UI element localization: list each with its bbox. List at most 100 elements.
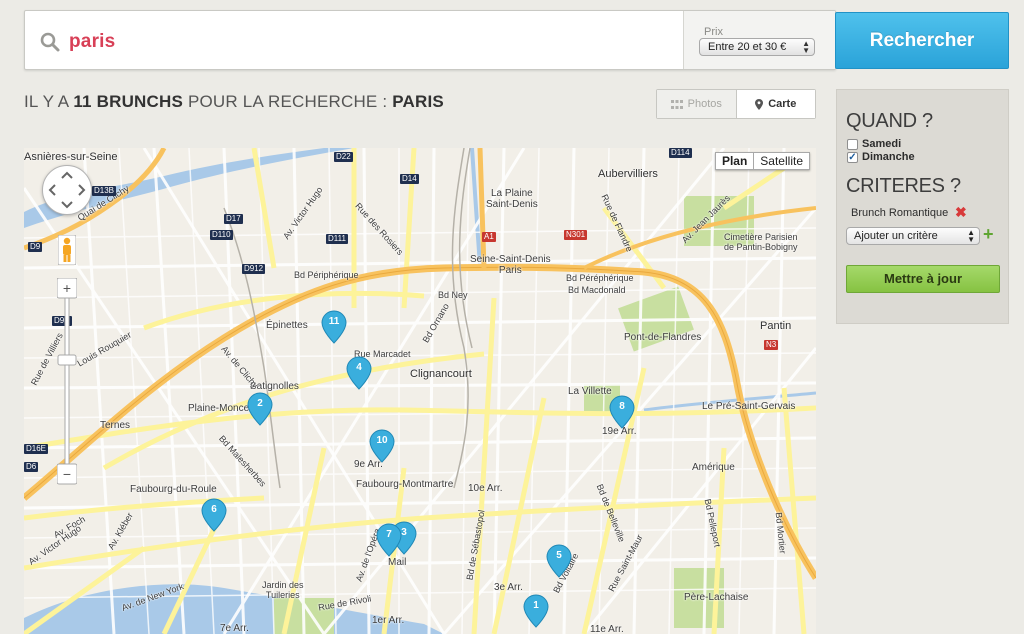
map-label: Asnières-sur-Seine	[24, 151, 118, 163]
road-label: Bd Péréphérique	[566, 273, 634, 283]
photos-view-label: Photos	[687, 98, 722, 110]
pan-arrows-icon	[48, 171, 86, 209]
update-button[interactable]: Mettre à jour	[846, 265, 1000, 293]
map-label: Aubervilliers	[598, 168, 658, 180]
pan-control[interactable]	[42, 165, 92, 215]
marker-number: 1	[533, 600, 539, 611]
select-arrows-icon: ▲ ▼	[802, 39, 810, 55]
result-marker[interactable]: 11	[321, 310, 347, 344]
search-button[interactable]: Rechercher	[835, 12, 1009, 69]
results-middle: pour la recherche :	[187, 92, 388, 111]
results-term: Paris	[392, 92, 444, 111]
result-marker[interactable]: 4	[346, 356, 372, 390]
road-shield: D17	[224, 214, 243, 224]
road-shield: D14	[400, 174, 419, 184]
result-marker[interactable]: 5	[546, 544, 572, 578]
map-label: Seine-Saint-Denis Paris	[470, 254, 551, 276]
price-label: Prix	[704, 26, 723, 38]
day-checkbox-samedi[interactable]: Samedi	[847, 138, 901, 150]
road-shield: D110	[210, 230, 233, 240]
marker-number: 4	[356, 362, 362, 373]
add-criterion-plus-icon[interactable]: +	[983, 224, 994, 245]
map-label: Pantin	[760, 320, 792, 332]
marker-number: 6	[211, 504, 217, 515]
result-marker[interactable]: 10	[369, 429, 395, 463]
quand-title: QUAND ?	[846, 110, 933, 132]
day-label: Samedi	[862, 138, 902, 150]
price-filter: Prix Entre 20 et 30 € ▲ ▼	[683, 11, 835, 69]
marker-number: 10	[376, 435, 388, 446]
map-label: Jardin des Tuileries	[262, 580, 304, 600]
road-shield: A1	[482, 232, 496, 242]
map-label: Le Pré-Saint-Gervais	[702, 401, 796, 412]
search-icon	[40, 32, 60, 52]
search-input[interactable]: paris	[69, 31, 115, 53]
road-label: Bd Ney	[438, 290, 468, 300]
result-marker[interactable]: 7	[376, 523, 402, 557]
map-view-label: Carte	[768, 98, 797, 110]
result-marker[interactable]: 8	[609, 395, 635, 429]
map-label: 7e Arr.	[220, 623, 249, 634]
road-shield: N301	[564, 230, 588, 240]
marker-number: 2	[257, 398, 263, 409]
map-label: 3e Arr.	[494, 582, 523, 593]
criteres-title: CRITERES ?	[846, 175, 961, 197]
road-shield: D16E	[24, 444, 49, 454]
map-label: Cimetière Parisien de Pantin-Bobigny	[724, 232, 798, 252]
map-label: 11e Arr.	[590, 624, 624, 634]
map-label: La Villette	[568, 386, 612, 397]
map-label: Mail	[388, 557, 407, 568]
price-select-value: Entre 20 et 30 €	[708, 41, 787, 53]
results-title: Il y a 11 brunchs pour la recherche : Pa…	[24, 92, 444, 112]
marker-number: 7	[386, 529, 392, 540]
results-map[interactable]: Asnières-sur-Seine Aubervilliers La Plai…	[24, 148, 816, 634]
photos-view-button[interactable]: Photos	[657, 90, 737, 118]
road-shield: D912	[242, 264, 266, 274]
result-marker[interactable]: 2	[247, 392, 273, 426]
map-type-plan[interactable]: Plan	[716, 153, 755, 169]
map-type-control: Plan Satellite	[714, 152, 810, 170]
checkbox-unchecked-icon	[847, 138, 858, 150]
road-shield: D13B	[92, 186, 117, 196]
add-criterion-select[interactable]: Ajouter un critère ▲ ▼	[846, 227, 980, 245]
map-label: Faubourg-du-Roule	[130, 484, 217, 495]
marker-number: 5	[556, 550, 562, 561]
criterion-tag: Brunch Romantique	[851, 207, 949, 219]
map-label: 1er Arr.	[372, 615, 405, 626]
map-view-button[interactable]: Carte	[736, 90, 815, 118]
results-count: 11 brunchs	[73, 92, 184, 111]
search-bar: paris Prix Entre 20 et 30 € ▲ ▼	[24, 10, 836, 70]
road-shield: D111	[326, 234, 348, 244]
map-label: Père-Lachaise	[684, 592, 749, 603]
road-label: Bd Macdonald	[568, 285, 626, 295]
map-label: Ternes	[100, 420, 131, 431]
map-label: La Plaine Saint-Denis	[486, 188, 538, 210]
remove-criterion-icon[interactable]: ✖	[955, 204, 967, 221]
add-criterion-placeholder: Ajouter un critère	[854, 230, 938, 242]
map-type-satellite[interactable]: Satellite	[754, 153, 809, 169]
result-marker[interactable]: 1	[523, 594, 549, 628]
map-label: 10e Arr.	[468, 483, 503, 494]
road-shield: N3	[764, 340, 779, 350]
road-label: Bd Périphérique	[294, 270, 359, 280]
map-label: Faubourg-Montmartre	[356, 479, 454, 490]
select-arrows-icon: ▲ ▼	[967, 228, 975, 244]
zoom-slider[interactable]: + −	[57, 278, 77, 488]
day-checkbox-dimanche[interactable]: ✓ Dimanche	[847, 151, 915, 163]
road-shield: D22	[334, 152, 353, 162]
svg-text:−: −	[63, 466, 71, 482]
map-label: Amérique	[692, 462, 735, 473]
day-label: Dimanche	[862, 151, 915, 163]
view-toggle: Photos Carte	[656, 89, 816, 119]
svg-text:+: +	[63, 280, 71, 296]
results-prefix: Il y a	[24, 92, 69, 111]
price-select[interactable]: Entre 20 et 30 € ▲ ▼	[699, 38, 815, 56]
road-shield: D114	[669, 148, 692, 158]
road-shield: D6	[24, 462, 39, 472]
street-view-pegman-icon[interactable]	[58, 235, 76, 265]
map-label: Clignancourt	[410, 368, 472, 380]
result-marker[interactable]: 6	[201, 498, 227, 532]
map-label: Épinettes	[266, 320, 308, 331]
map-label: Pont-de-Flandres	[624, 332, 702, 343]
grid-icon	[670, 99, 683, 109]
